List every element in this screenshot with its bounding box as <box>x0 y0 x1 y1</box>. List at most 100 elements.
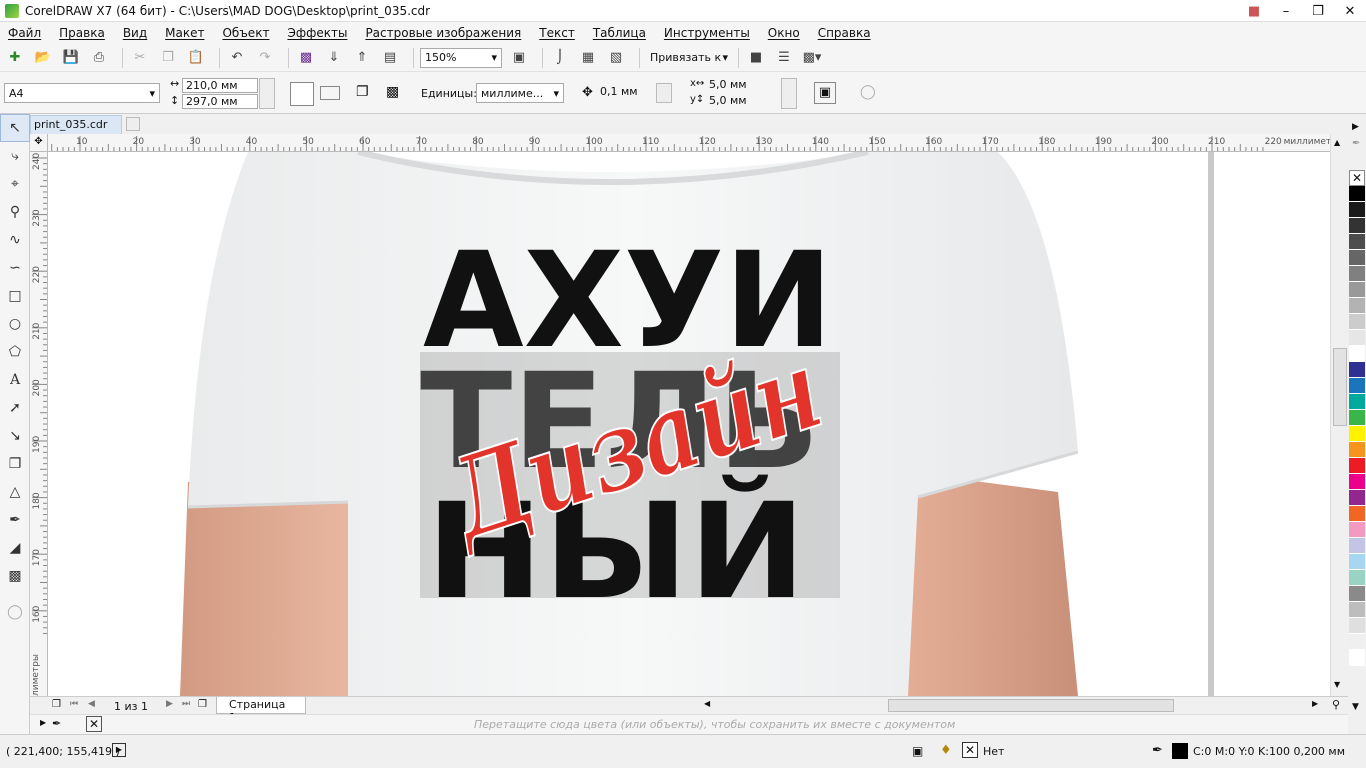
menu-window[interactable]: Окно <box>768 26 800 40</box>
menu-effects[interactable]: Эффекты <box>287 26 347 40</box>
export-icon[interactable]: ⇑ <box>351 47 373 69</box>
landscape-icon[interactable] <box>320 86 340 100</box>
outline-pen-icon[interactable]: ✒ <box>1152 743 1163 758</box>
scroll-right-icon[interactable]: ▶ <box>1312 699 1318 708</box>
color-swatch[interactable] <box>1349 330 1365 346</box>
search-content-icon[interactable]: ▩ <box>295 47 317 69</box>
color-eyedropper-icon[interactable]: ✒ <box>0 506 30 534</box>
all-pages-icon[interactable]: ❐ <box>356 84 369 100</box>
scroll-left-icon[interactable]: ◀ <box>704 699 710 708</box>
doc-palette-eyedropper-icon[interactable]: ✒ <box>52 717 61 730</box>
color-swatch[interactable] <box>1349 474 1365 490</box>
interactive-fill-icon[interactable]: ◢ <box>0 534 30 562</box>
status-expand-icon[interactable]: ▶ <box>112 743 126 757</box>
color-swatch[interactable] <box>1349 378 1365 394</box>
vertical-ruler[interactable]: 240 230 220 210 200 190 180 170 160 миллиметры <box>30 134 48 696</box>
nudge-spinner[interactable] <box>656 83 672 103</box>
color-swatch[interactable] <box>1349 394 1365 410</box>
rectangle-tool-icon[interactable]: □ <box>0 282 30 310</box>
horizontal-scrollbar[interactable]: ◀ ▶ <box>700 698 1330 713</box>
vertical-scroll-thumb[interactable] <box>1333 348 1347 426</box>
vertical-scrollbar[interactable]: ▲ ▼ <box>1330 134 1348 696</box>
grid-icon[interactable]: ▦ <box>577 47 599 69</box>
menu-bitmaps[interactable]: Растровые изображения <box>365 26 521 40</box>
color-swatch[interactable] <box>1349 218 1365 234</box>
undo-icon[interactable]: ↶ <box>226 47 248 69</box>
color-swatch[interactable] <box>1349 282 1365 298</box>
menu-edit[interactable]: Правка <box>59 26 105 40</box>
color-swatch[interactable] <box>1349 266 1365 282</box>
palette-scroll-up-icon[interactable]: ▶ <box>1352 122 1359 132</box>
scroll-down-icon[interactable]: ▼ <box>1334 680 1340 689</box>
freehand-tool-icon[interactable]: ∿ <box>0 226 30 254</box>
horizontal-ruler[interactable]: 10 20 30 40 50 60 70 80 90 100 110 120 130 140 150 160 1… <box>30 134 1348 152</box>
restore-button[interactable]: ❐ <box>1302 0 1334 22</box>
color-swatch[interactable] <box>1349 362 1365 378</box>
color-swatch[interactable] <box>1349 522 1365 538</box>
color-swatch[interactable] <box>1349 426 1365 442</box>
duplicate-spinners[interactable] <box>781 78 797 109</box>
new-document-icon[interactable]: ✚ <box>4 47 26 69</box>
page-tab[interactable]: Страница 1 <box>216 697 306 724</box>
nudge-distance-field[interactable]: 0,1 мм <box>597 85 655 100</box>
pick-tool-icon[interactable]: ↖ <box>0 114 30 142</box>
zoom-level-select[interactable]: 150% ▾ <box>420 47 502 68</box>
polygon-tool-icon[interactable]: ⬠ <box>0 338 30 366</box>
menu-file[interactable]: Файл <box>8 26 41 40</box>
horizontal-scroll-thumb[interactable] <box>888 699 1174 712</box>
close-button[interactable]: ✕ <box>1334 0 1366 22</box>
redo-icon[interactable]: ↷ <box>254 47 276 69</box>
add-page-icon[interactable]: ❐ <box>52 699 61 710</box>
smart-fill-icon[interactable]: ▩ <box>0 562 30 590</box>
color-swatch[interactable] <box>1349 586 1365 602</box>
parallel-dimension-icon[interactable]: ➚ <box>0 394 30 422</box>
first-page-icon[interactable]: ⏮ <box>70 699 78 709</box>
color-swatch[interactable] <box>1349 618 1365 634</box>
document-tab[interactable]: print_035.cdr <box>30 115 122 134</box>
portrait-icon[interactable] <box>290 82 314 106</box>
duplicate-x-field[interactable]: 5,0 мм <box>706 78 780 93</box>
options-gear-icon[interactable]: ◯ <box>860 84 876 100</box>
doc-palette-arrow-icon[interactable]: ▶ <box>40 718 46 727</box>
color-proof-icon[interactable]: ▣ <box>912 744 923 758</box>
toolbox-options-icon[interactable]: ◯ <box>0 598 30 626</box>
drawing-canvas[interactable]: АХУИ ТЕЛЬ НЫЙ Дизайн <box>48 152 1330 696</box>
save-icon[interactable]: 💾 <box>60 47 82 69</box>
full-screen-icon[interactable]: ▣ <box>508 47 530 69</box>
artistic-media-icon[interactable]: ∽ <box>0 254 30 282</box>
prev-page-icon[interactable]: ◀ <box>88 699 95 709</box>
color-swatch[interactable] <box>1349 538 1365 554</box>
menu-view[interactable]: Вид <box>123 26 147 40</box>
ellipse-tool-icon[interactable]: ○ <box>0 310 30 338</box>
color-swatch[interactable] <box>1349 634 1365 650</box>
size-spinners[interactable] <box>259 78 275 109</box>
color-swatch[interactable] <box>1349 506 1365 522</box>
color-swatch[interactable] <box>1349 570 1365 586</box>
eyedropper-icon[interactable]: ✒ <box>1352 138 1360 149</box>
color-swatch[interactable] <box>1349 442 1365 458</box>
treat-as-filled-icon[interactable]: ▣ <box>814 82 836 104</box>
scroll-up-icon[interactable]: ▲ <box>1334 138 1340 147</box>
color-swatch[interactable] <box>1349 490 1365 506</box>
page-height-field[interactable]: 297,0 мм <box>182 94 258 109</box>
open-icon[interactable]: 📂 <box>32 47 54 69</box>
snap-to-dropdown[interactable]: Привязать к ▾ <box>646 48 732 68</box>
shape-tool-icon[interactable]: ⤷ <box>0 142 30 170</box>
zoom-tool-icon[interactable]: ⚲ <box>0 198 30 226</box>
palette-scroll-down-icon[interactable]: ▼ <box>1352 702 1359 712</box>
color-swatch[interactable] <box>1349 186 1365 202</box>
drop-shadow-icon[interactable]: ❐ <box>0 450 30 478</box>
menu-text[interactable]: Текст <box>539 26 575 40</box>
paste-icon[interactable]: 📋 <box>185 47 207 69</box>
last-page-icon[interactable]: ⏭ <box>182 699 190 709</box>
color-swatch[interactable] <box>1349 602 1365 618</box>
application-launcher-icon[interactable]: ▩▾ <box>801 47 823 69</box>
duplicate-y-field[interactable]: 5,0 мм <box>706 94 780 109</box>
color-swatch[interactable] <box>1349 554 1365 570</box>
menu-help[interactable]: Справка <box>818 26 871 40</box>
color-swatch[interactable] <box>1349 234 1365 250</box>
color-swatch[interactable] <box>1349 250 1365 266</box>
menu-object[interactable]: Объект <box>222 26 269 40</box>
color-swatch[interactable] <box>1349 410 1365 426</box>
welcome-screen-icon[interactable]: ■ <box>745 47 767 69</box>
